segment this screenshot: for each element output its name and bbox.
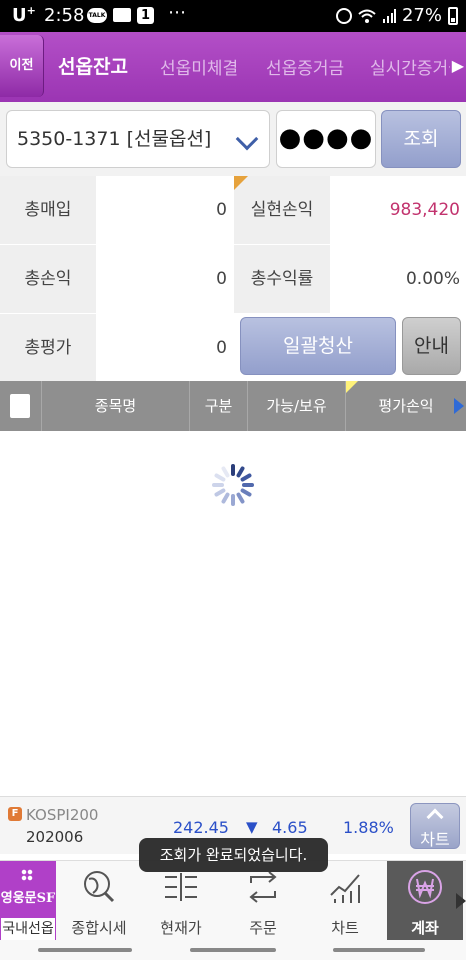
total-eval-label: 총평가 — [0, 314, 96, 382]
toast-message: 조회가 완료되었습니다. — [139, 838, 328, 872]
column-header-eval-pl[interactable]: 평가손익 — [345, 381, 466, 431]
tab-scroll-right-icon[interactable]: ▶ — [452, 56, 464, 75]
gesture-handle — [190, 948, 276, 952]
exchange-arrows-icon — [245, 869, 281, 905]
globe-search-icon — [81, 869, 117, 905]
battery-percent: 27% — [401, 5, 442, 26]
nav-item-chart[interactable]: 차트 — [305, 861, 385, 941]
info-marker-icon — [346, 381, 358, 393]
total-pl-label: 총손익 — [0, 245, 96, 313]
total-buy-value: 0 — [97, 176, 233, 244]
query-button[interactable]: 조회 — [381, 110, 461, 168]
talk-notification-icon: TALK — [87, 8, 107, 23]
chart-button[interactable]: 차트 — [410, 803, 460, 849]
nav-item-account[interactable]: 계좌 — [387, 861, 463, 941]
gesture-handle — [333, 948, 425, 952]
carrier-label: U+ — [12, 4, 36, 26]
chevron-down-icon — [235, 127, 259, 151]
info-marker-icon — [234, 176, 248, 190]
bottom-nav: 영웅문SF 국내선옵 종합시세 현재가 주문 차트 계좌 — [0, 860, 466, 941]
realized-pl-label: 실현손익 — [234, 176, 330, 244]
summary-panel: 총매입 0 실현손익 983,420 총손익 0 총수익률 0.00% 총평가 … — [0, 176, 466, 382]
wifi-icon — [358, 9, 376, 23]
clock: 2:58 — [44, 5, 85, 26]
grid-icon — [21, 869, 33, 881]
back-button[interactable]: 이전 — [0, 35, 44, 97]
ticker-change: 4.65 — [272, 818, 308, 837]
tab-option-balance[interactable]: 선옵잔고 — [58, 52, 128, 79]
price-ladder-icon — [163, 869, 199, 905]
header: 이전 선옵잔고 선옵미체결 선옵증거금 실시간증거금 ▶ — [0, 32, 466, 102]
line-chart-icon — [327, 869, 363, 905]
nav-item-market[interactable]: 종합시세 — [59, 861, 139, 941]
ticker-code: 202006 — [26, 828, 84, 846]
gesture-handle — [38, 948, 132, 952]
message-notification-icon — [113, 8, 131, 22]
bulk-settle-button[interactable]: 일괄청산 — [240, 317, 396, 375]
tab-option-margin[interactable]: 선옵증거금 — [266, 54, 344, 79]
select-all-checkbox[interactable] — [10, 394, 30, 418]
status-bar: U+ 2:58 TALK 1 ⋯ 27% — [0, 0, 466, 32]
guide-button[interactable]: 안내 — [402, 317, 461, 375]
total-pl-value: 0 — [97, 245, 233, 313]
column-header-name[interactable]: 종목명 — [41, 381, 189, 431]
chevron-up-icon — [426, 808, 444, 826]
password-field[interactable]: ●●●● — [276, 110, 376, 168]
nav-item-order[interactable]: 주문 — [223, 861, 303, 941]
table-header: 종목명 구분 가능/보유 평가손익 — [0, 381, 466, 431]
nav-scroll-right-icon[interactable] — [456, 893, 466, 909]
signal-icon — [382, 8, 396, 23]
realized-pl-value: 983,420 — [331, 176, 466, 244]
alarm-icon — [335, 7, 352, 24]
column-header-type[interactable]: 구분 — [189, 381, 247, 431]
ticker-price: 242.45 — [173, 818, 229, 837]
gesture-bar — [0, 940, 466, 960]
account-select[interactable]: 5350-1371 [선물옵션] — [6, 110, 270, 168]
account-row: 5350-1371 [선물옵션] ●●●● 조회 — [0, 102, 466, 176]
ticker-name: KOSPI200 — [26, 806, 99, 824]
column-header-available[interactable]: 가능/보유 — [247, 381, 345, 431]
nav-home-label: 국내선옵 — [0, 917, 56, 941]
notification-count-icon: 1 — [137, 7, 154, 24]
scroll-right-icon[interactable] — [454, 398, 464, 414]
loading-spinner-icon — [210, 462, 256, 508]
more-notifications-icon: ⋯ — [168, 2, 187, 23]
futures-badge-icon: F — [8, 807, 22, 821]
ticker-rate: 1.88% — [343, 818, 394, 837]
app-logo: 영웅문SF — [0, 861, 56, 917]
return-rate-label: 총수익률 — [234, 245, 330, 313]
nav-item-current-price[interactable]: 현재가 — [141, 861, 221, 941]
return-rate-value: 0.00% — [331, 245, 466, 313]
tab-option-unfilled[interactable]: 선옵미체결 — [160, 54, 238, 79]
account-select-value: 5350-1371 [선물옵션] — [17, 128, 212, 150]
won-coin-icon — [407, 869, 443, 905]
tab-realtime-margin[interactable]: 실시간증거금 — [370, 54, 450, 79]
total-buy-label: 총매입 — [0, 176, 96, 244]
nav-home[interactable]: 영웅문SF 국내선옵 — [0, 861, 56, 941]
battery-icon — [448, 6, 458, 25]
total-eval-value: 0 — [97, 314, 233, 382]
chart-button-label: 차트 — [420, 830, 450, 849]
down-arrow-icon: ▼ — [246, 818, 258, 836]
